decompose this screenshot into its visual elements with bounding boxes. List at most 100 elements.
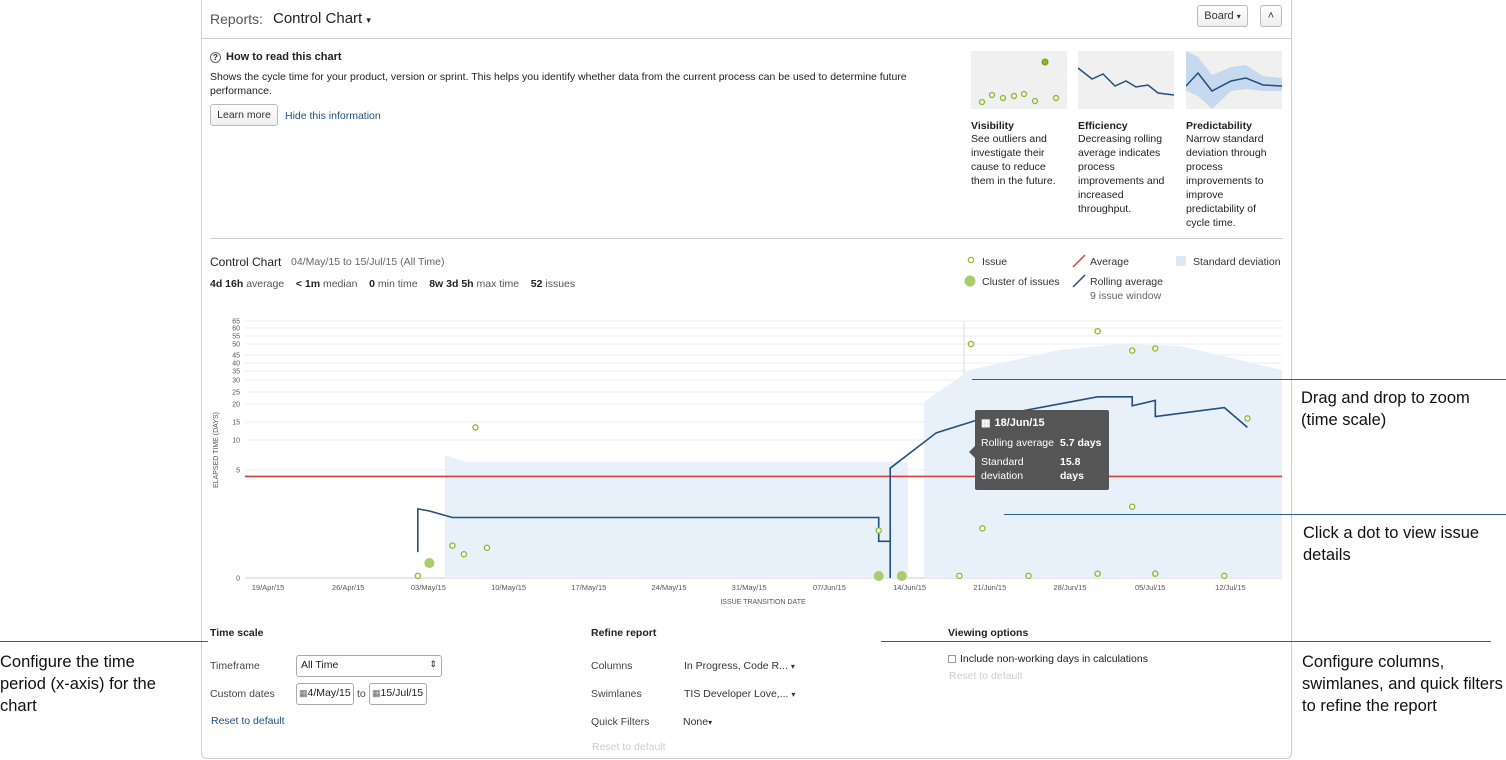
control-chart[interactable]: 19/Apr/15 26/Apr/15 03/May/15 10/May/15 17/M… xyxy=(0,0,1506,620)
quick-filters-value: None xyxy=(683,716,709,728)
columns-dropdown[interactable]: In Progress, Code R... ▾ xyxy=(684,660,795,672)
cluster-point[interactable] xyxy=(873,571,884,581)
refine-report-title: Refine report xyxy=(591,627,657,639)
time-callout: Configure the time period (x-axis) for t… xyxy=(0,653,156,715)
time-scale-title: Time scale xyxy=(210,627,264,639)
issue-point[interactable] xyxy=(875,527,882,534)
chart-tooltip: ▦ 18/Jun/15 Rolling average 5.7 days Stan… xyxy=(969,410,1109,490)
to-label: to xyxy=(357,688,366,700)
from-date-value: 4/May/15 xyxy=(307,687,351,699)
x-tick-label: 19/Apr/15 xyxy=(252,583,285,592)
x-tick-label: 14/Jun/15 xyxy=(893,583,926,592)
y-axis-label: ELAPSED TIME (DAYS) xyxy=(213,412,220,488)
y-tick-label: 0 xyxy=(236,576,240,583)
y-tick-label: 50 xyxy=(232,342,240,349)
x-tick-label: 03/May/15 xyxy=(411,583,446,592)
x-tick-label: 12/Jul/15 xyxy=(1215,583,1245,592)
columns-label: Columns xyxy=(591,660,633,672)
x-tick-label: 05/Jul/15 xyxy=(1135,583,1165,592)
y-tick-labels: 0 5 10 15 20 25 30 354045 50556065 xyxy=(232,319,240,583)
to-date-input[interactable]: ▦15/Jul/15 xyxy=(369,683,427,705)
x-tick-label: 17/May/15 xyxy=(571,583,606,592)
issue-point[interactable] xyxy=(1094,327,1101,335)
tooltip-row-label: Rolling average xyxy=(981,437,1054,449)
time-scale-reset-link[interactable]: Reset to default xyxy=(211,715,285,727)
calendar-icon: ▦ xyxy=(299,688,308,698)
issue-point[interactable] xyxy=(1244,415,1251,422)
y-tick-label: 25 xyxy=(232,390,240,397)
timeframe-value: All Time xyxy=(301,659,339,671)
x-tick-label: 31/May/15 xyxy=(732,583,767,592)
y-tick-label: 55 xyxy=(232,334,240,341)
drag-callout: Drag and drop to zoom (time scale) xyxy=(1301,389,1470,429)
to-date-value: 15/Jul/15 xyxy=(380,687,424,699)
tooltip-row-label: Standard deviation xyxy=(981,456,1024,482)
nonworking-label: Include non-working days in calculations xyxy=(960,653,1148,665)
click-callout-line xyxy=(1004,514,1506,515)
issue-point[interactable] xyxy=(979,525,986,532)
issue-point[interactable] xyxy=(449,542,456,549)
quick-filters-label: Quick Filters xyxy=(591,716,650,728)
caret-down-icon: ▾ xyxy=(791,690,796,699)
calendar-icon: ▦ xyxy=(981,418,991,429)
x-tick-label: 07/Jun/15 xyxy=(813,583,846,592)
x-tick-label: 24/May/15 xyxy=(651,583,686,592)
columns-callout-line xyxy=(881,641,1491,642)
swimlanes-label: Swimlanes xyxy=(591,688,642,700)
y-tick-label: 45 xyxy=(232,353,240,360)
issue-point[interactable] xyxy=(1221,572,1228,580)
issue-point[interactable] xyxy=(967,340,975,348)
swimlanes-dropdown[interactable]: TIS Developer Love,... ▾ xyxy=(684,688,795,700)
tooltip-row-value: 15.8 days xyxy=(1060,456,1084,482)
y-tick-label: 10 xyxy=(232,438,240,445)
cluster-point[interactable] xyxy=(424,558,435,569)
refine-reset-link[interactable]: Reset to default xyxy=(592,741,666,753)
drag-callout-line xyxy=(972,379,1506,380)
x-tick-labels: 19/Apr/15 26/Apr/15 03/May/15 10/May/15 17/M… xyxy=(252,583,1246,592)
y-tick-label: 40 xyxy=(232,361,240,368)
tooltip-row-value: 5.7 days xyxy=(1060,437,1102,449)
issue-point[interactable] xyxy=(1128,503,1136,510)
x-axis-label: ISSUE TRANSITION DATE xyxy=(720,599,806,606)
issue-point[interactable] xyxy=(956,572,963,580)
columns-callout: Configure columns, swimlanes, and quick … xyxy=(1302,653,1503,715)
custom-dates-label: Custom dates xyxy=(210,688,275,700)
tooltip-date: 18/Jun/15 xyxy=(994,417,1045,429)
x-tick-label: 28/Jun/15 xyxy=(1054,583,1087,592)
issue-point[interactable] xyxy=(1094,570,1101,577)
calendar-icon: ▦ xyxy=(372,688,381,698)
y-tick-label: 35 xyxy=(232,369,240,376)
updown-icon: ⇕ xyxy=(429,659,437,669)
issue-point[interactable] xyxy=(1152,345,1159,352)
quick-filters-dropdown[interactable]: None▾ xyxy=(683,716,712,728)
x-tick-label: 26/Apr/15 xyxy=(332,583,365,592)
cluster-point[interactable] xyxy=(896,571,907,581)
timeframe-select[interactable]: All Time ⇕ xyxy=(296,655,442,677)
viewing-reset-link[interactable]: Reset to default xyxy=(949,670,1023,682)
columns-value: In Progress, Code R... xyxy=(684,660,788,672)
y-tick-label: 30 xyxy=(232,378,240,385)
y-tick-label: 5 xyxy=(236,468,240,475)
from-date-input[interactable]: ▦4/May/15 xyxy=(296,683,354,705)
viewing-options-title: Viewing options xyxy=(948,627,1029,639)
caret-down-icon: ▾ xyxy=(708,718,713,727)
time-callout-line xyxy=(0,641,208,642)
x-tick-label: 10/May/15 xyxy=(491,583,526,592)
issue-point[interactable] xyxy=(414,572,422,580)
issue-point[interactable] xyxy=(1152,570,1159,577)
issue-point[interactable] xyxy=(1025,572,1032,580)
issue-point[interactable] xyxy=(483,544,491,552)
x-tick-label: 21/Jun/15 xyxy=(973,583,1006,592)
issue-point[interactable] xyxy=(472,424,479,431)
nonworking-checkbox[interactable] xyxy=(948,655,956,663)
swimlanes-value: TIS Developer Love,... xyxy=(684,688,789,700)
timeframe-label: Timeframe xyxy=(210,660,260,672)
y-tick-label: 65 xyxy=(232,319,240,326)
y-tick-label: 20 xyxy=(232,402,240,409)
tooltip-date-row: ▦ 18/Jun/15 xyxy=(981,417,1045,429)
y-tick-label: 15 xyxy=(232,420,240,427)
issue-point[interactable] xyxy=(1128,347,1136,354)
issue-point[interactable] xyxy=(460,550,468,558)
y-tick-label: 60 xyxy=(232,326,240,333)
click-callout: Click a dot to view issue details xyxy=(1303,524,1480,564)
